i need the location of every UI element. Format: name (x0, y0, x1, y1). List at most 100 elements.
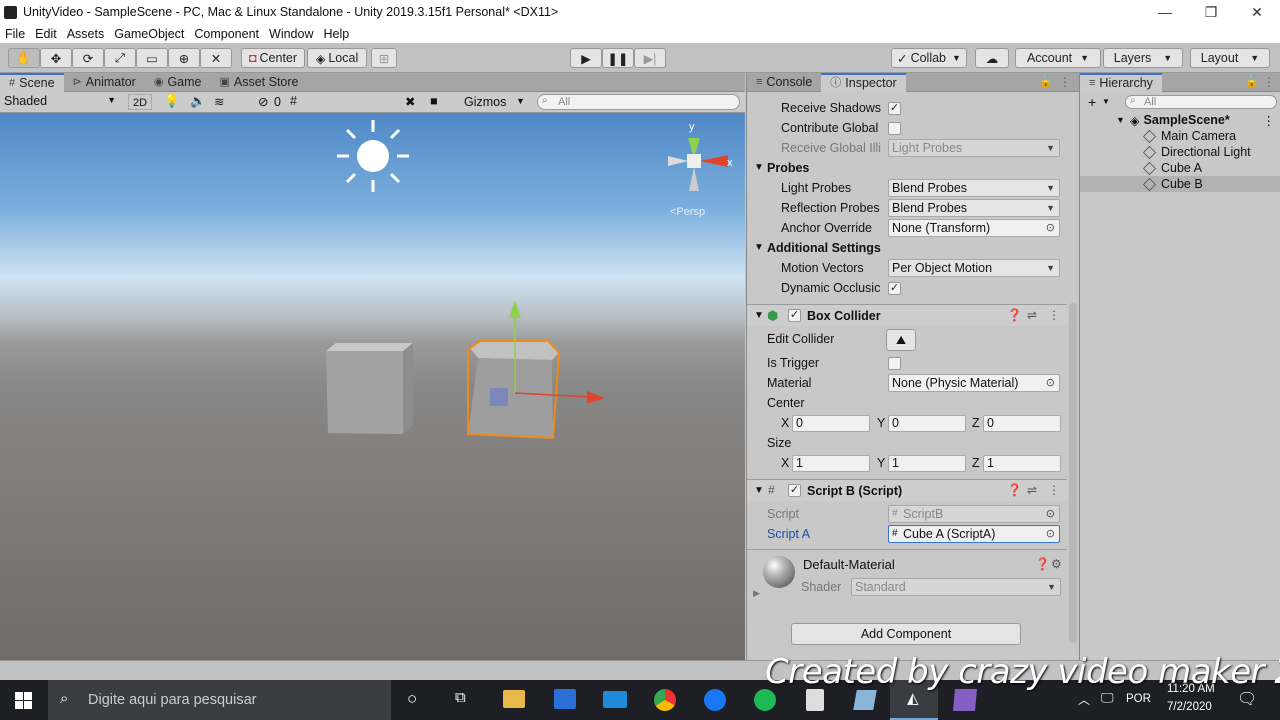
additional-settings-header[interactable]: Additional Settings (767, 241, 881, 255)
lock-icon[interactable]: 🔒 (1039, 75, 1053, 88)
gizmos-dropdown[interactable]: Gizmos (464, 95, 506, 109)
store-icon[interactable] (554, 689, 576, 709)
tab-game[interactable]: ◉ Game (145, 73, 211, 92)
foldout-arrow-icon[interactable]: ▼ (754, 310, 764, 321)
tab-console[interactable]: ≡ Console (747, 73, 821, 92)
object-picker-icon[interactable]: ⊙ (1046, 375, 1055, 391)
chrome-icon[interactable] (654, 689, 676, 711)
add-icon[interactable]: + (1088, 94, 1096, 110)
language-indicator[interactable]: POR (1126, 693, 1151, 705)
restore-button[interactable]: ❐ (1188, 0, 1234, 24)
tools-icon[interactable]: ✖ (405, 94, 415, 109)
hierarchy-item-cube-a[interactable]: Cube A (1080, 160, 1280, 176)
hierarchy-item-directional-light[interactable]: Directional Light (1080, 144, 1280, 160)
cube-a[interactable] (320, 338, 420, 438)
camera-icon[interactable]: ■ (430, 94, 438, 108)
add-component-button[interactable]: Add Component (791, 623, 1021, 645)
transform-tool-button[interactable]: ⊕ (168, 48, 200, 68)
menu-assets[interactable]: Assets (62, 27, 110, 41)
2d-toggle[interactable]: 2D (128, 94, 152, 110)
reflection-probes-dropdown[interactable]: Blend Probes ▼ (888, 199, 1060, 217)
lighting-icon[interactable]: 💡 (164, 94, 180, 109)
menu-help[interactable]: Help (318, 27, 354, 41)
mail-icon[interactable] (603, 691, 627, 708)
notifications-icon[interactable]: 🗨 (1237, 689, 1257, 709)
scale-tool-button[interactable]: ⤢ (104, 48, 136, 68)
network-icon[interactable]: 🖵 (1101, 690, 1114, 706)
visual-studio-icon[interactable] (953, 689, 977, 711)
directional-light-icon[interactable] (335, 118, 411, 194)
layers-button[interactable]: Layers ▼ (1103, 48, 1183, 68)
start-button[interactable] (0, 680, 46, 720)
collab-button[interactable]: ✓ Collab ▼ (891, 48, 967, 68)
foldout-arrow-icon[interactable]: ▼ (754, 242, 764, 253)
shading-mode-dropdown[interactable]: Shaded ▼ (4, 94, 118, 110)
lock-icon[interactable]: 🔒 (1245, 75, 1259, 88)
pivot-local-button[interactable]: ◈ Local (307, 48, 367, 68)
minimize-button[interactable]: — (1142, 0, 1188, 24)
clock-date[interactable]: 7/2/2020 (1167, 701, 1212, 713)
tab-asset-store[interactable]: ▣ Asset Store (210, 73, 307, 92)
task-view-icon[interactable]: ⧉ (455, 689, 466, 706)
scene-search-input[interactable]: All (537, 94, 740, 110)
size-y-field[interactable]: 1 (888, 455, 966, 472)
close-button[interactable]: ✕ (1234, 0, 1280, 24)
tab-inspector[interactable]: ⓘ Inspector (821, 73, 906, 92)
effects-icon[interactable]: ≋ (214, 94, 224, 109)
script-a-field[interactable]: # Cube A (ScriptA) ⊙ (888, 525, 1060, 543)
tab-scene[interactable]: # Scene (0, 73, 64, 92)
more-options-icon[interactable]: ⋮ (1263, 113, 1276, 128)
rotate-tool-button[interactable]: ⟳ (72, 48, 104, 68)
center-y-field[interactable]: 0 (888, 415, 966, 432)
move-gizmo[interactable] (490, 293, 620, 403)
cloud-button[interactable]: ☁ (975, 48, 1009, 68)
expand-arrow-icon[interactable]: ▶ (753, 588, 760, 599)
size-z-field[interactable]: 1 (983, 455, 1061, 472)
tab-animator[interactable]: ⊳ Animator (64, 73, 145, 92)
anchor-override-field[interactable]: None (Transform) ⊙ (888, 219, 1060, 237)
menu-gameobject[interactable]: GameObject (109, 27, 189, 41)
gear-icon[interactable]: ⚙ (1051, 557, 1062, 571)
motion-vectors-dropdown[interactable]: Per Object Motion ▼ (888, 259, 1060, 277)
chevron-down-icon[interactable]: ▼ (1102, 97, 1110, 106)
move-tool-button[interactable]: ✥ (40, 48, 72, 68)
hand-tool-button[interactable]: ✋ (8, 48, 40, 68)
object-picker-icon[interactable]: ⊙ (1046, 526, 1055, 542)
center-z-field[interactable]: 0 (983, 415, 1061, 432)
cortana-icon[interactable]: ○ (407, 689, 417, 709)
component-menu-icon[interactable]: ⋮ (1048, 483, 1060, 497)
rect-tool-button[interactable]: ▭ (136, 48, 168, 68)
help-icon[interactable]: ❓ (1007, 483, 1022, 497)
menu-component[interactable]: Component (189, 27, 264, 41)
snap-button[interactable]: ⊞ (371, 48, 397, 68)
foldout-arrow-icon[interactable]: ▼ (754, 485, 764, 496)
hidden-objects-icon[interactable]: ⊘ (258, 94, 268, 109)
help-icon[interactable]: ❓ (1035, 557, 1050, 571)
tab-hierarchy[interactable]: ≡ Hierarchy (1080, 73, 1162, 92)
pause-button[interactable]: ❚❚ (602, 48, 634, 68)
is-trigger-checkbox[interactable] (888, 357, 901, 370)
edit-collider-button[interactable]: ⛰ (886, 329, 916, 351)
foldout-arrow-icon[interactable]: ▼ (754, 162, 764, 173)
box-collider-header[interactable]: ▼ ⬢ ✓ Box Collider ❓ ⇌ ⋮ (747, 304, 1067, 326)
step-button[interactable]: ▶| (634, 48, 666, 68)
box-collider-enabled-checkbox[interactable]: ✓ (788, 309, 801, 322)
receive-shadows-checkbox[interactable]: ✓ (888, 102, 901, 115)
preset-icon[interactable]: ⇌ (1027, 308, 1037, 322)
menu-file[interactable]: File (0, 27, 30, 41)
layout-button[interactable]: Layout ▼ (1190, 48, 1270, 68)
custom-tool-button[interactable]: ✕ (200, 48, 232, 68)
inspector-scrollbar[interactable] (1069, 303, 1077, 643)
calculator-icon[interactable] (806, 689, 824, 711)
account-button[interactable]: Account ▼ (1015, 48, 1101, 68)
menu-edit[interactable]: Edit (30, 27, 62, 41)
hierarchy-scene-root[interactable]: ▼ ◈ SampleScene* ⋮ (1080, 112, 1280, 128)
center-x-field[interactable]: 0 (792, 415, 870, 432)
audio-icon[interactable]: 🔈 (190, 94, 206, 109)
light-probes-dropdown[interactable]: Blend Probes ▼ (888, 179, 1060, 197)
foldout-arrow-icon[interactable]: ▼ (1116, 115, 1125, 125)
messenger-icon[interactable] (704, 689, 726, 711)
projection-label[interactable]: <Persp (670, 206, 705, 218)
more-options-icon[interactable]: ⋮ (1263, 75, 1275, 89)
object-picker-icon[interactable]: ⊙ (1046, 220, 1055, 236)
